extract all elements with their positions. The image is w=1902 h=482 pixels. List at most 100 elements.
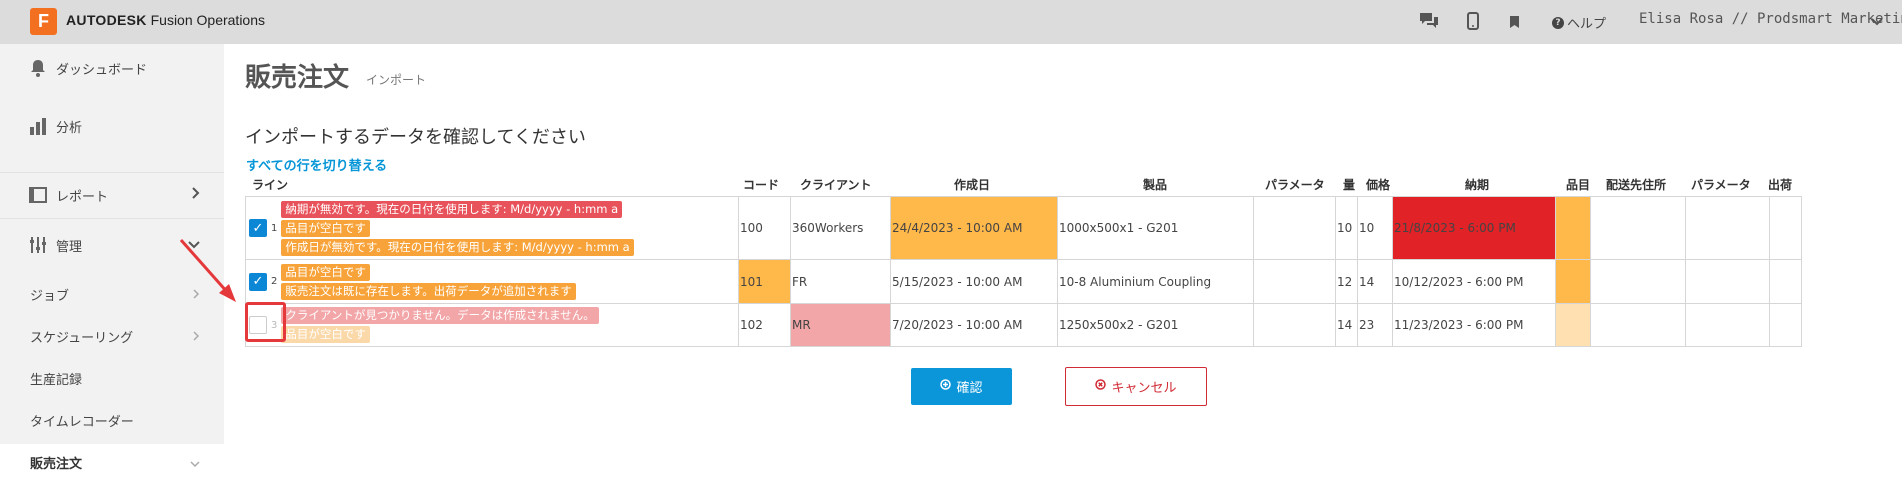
price-cell: 23 — [1357, 303, 1393, 347]
chevron-right-icon — [191, 187, 200, 203]
due-cell: 11/23/2023 - 6:00 PM — [1392, 303, 1556, 347]
cancel-label: キャンセル — [1111, 381, 1177, 396]
warning-tag: 販売注文は既に存在します。出荷データが追加されます — [281, 282, 576, 300]
help-label: ヘルプ — [1567, 17, 1607, 32]
mobile-icon[interactable] — [1467, 12, 1479, 30]
sidebar-label-reports: レポート — [56, 189, 109, 205]
params2-cell — [1685, 196, 1770, 260]
line-cell: ✓ 1 納期が無効です。現在の日付を使用します: M/d/yyyy - h:mm… — [245, 196, 739, 260]
sidebar: ダッシュボード 分析 レポート 管理 ジョブ スケジューリング 生産記録 タイム… — [0, 44, 224, 482]
header-due: 納期 — [1465, 178, 1490, 192]
sidebar-divider — [0, 218, 224, 219]
error-tag: 納期が無効です。現在の日付を使用します: M/d/yyyy - h:mm a — [281, 200, 623, 218]
ship-to-cell — [1590, 303, 1686, 347]
help-icon: ? — [1552, 16, 1564, 29]
sidebar-label-scheduling: スケジューリング — [30, 331, 134, 346]
page-subtitle: インポート — [366, 73, 427, 87]
row-checkbox[interactable]: ✓ — [249, 272, 267, 291]
error-list: 納期が無効です。現在の日付を使用します: M/d/yyyy - h:mm a 品… — [281, 200, 634, 256]
warning-tag: 作成日が無効です。現在の日付を使用します: M/d/yyyy - h:mm a — [281, 238, 634, 256]
brand-rest: Fusion Operations — [146, 12, 266, 28]
brand-bold: AUTODESK — [66, 12, 147, 28]
params-cell — [1253, 259, 1336, 304]
help-menu[interactable]: ? ヘルプ — [1552, 13, 1606, 32]
sidebar-item-admin[interactable]: 管理 — [0, 220, 224, 270]
qty-cell: 12 — [1335, 259, 1358, 304]
warning-tag: 品目が空白です — [281, 326, 370, 343]
chevron-down-icon[interactable] — [1870, 14, 1884, 28]
sidebar-label-time-recorder: タイムレコーダー — [30, 415, 134, 430]
sidebar-label-admin: 管理 — [56, 239, 83, 255]
bell-icon — [28, 59, 48, 77]
params2-cell — [1685, 259, 1770, 304]
error-list: 品目が空白です 販売注文は既に存在します。出荷データが追加されます — [281, 263, 576, 300]
shipping-cell — [1769, 259, 1802, 304]
chevron-right-icon — [193, 288, 200, 303]
warning-tag: 品目が空白です — [281, 263, 370, 281]
sidebar-subitem-time-recorder[interactable]: タイムレコーダー — [30, 411, 134, 430]
client-cell: MR — [790, 303, 891, 347]
confirm-heading: インポートするデータを確認してください — [245, 127, 586, 148]
header-price: 価格 — [1366, 178, 1391, 192]
item-cell — [1555, 196, 1591, 260]
sliders-icon — [28, 236, 48, 254]
sidebar-subitem-sales-orders[interactable]: 販売注文 — [30, 453, 82, 472]
product-cell: 1250x500x2 - G201 — [1057, 303, 1254, 347]
client-cell: FR — [790, 259, 891, 304]
sidebar-label-sales-orders: 販売注文 — [30, 457, 83, 472]
row-checkbox[interactable]: ✓ — [249, 219, 267, 237]
brand-name: AUTODESK Fusion Operations — [66, 12, 265, 28]
line-cell: 3 クライアントが見つかりません。データは作成されません。 品目が空白です — [245, 303, 739, 347]
sidebar-label-dashboard: ダッシュボード — [56, 62, 148, 78]
autodesk-logo[interactable]: F — [30, 8, 57, 35]
table-row: ✓ 1 納期が無効です。現在の日付を使用します: M/d/yyyy - h:mm… — [245, 196, 1802, 260]
confirm-button[interactable]: 確認 — [911, 368, 1012, 405]
logo-letter: F — [38, 11, 49, 31]
chevron-down-icon — [190, 457, 200, 472]
code-cell: 102 — [738, 303, 791, 347]
item-cell — [1555, 259, 1591, 304]
bookmark-icon[interactable] — [1509, 14, 1520, 28]
x-circle-icon — [1095, 379, 1107, 394]
sidebar-subitem-jobs[interactable]: ジョブ — [30, 285, 69, 304]
client-cell: 360Workers — [790, 196, 891, 260]
import-table: ✓ 1 納期が無効です。現在の日付を使用します: M/d/yyyy - h:mm… — [245, 196, 1802, 347]
sidebar-item-reports[interactable]: レポート — [0, 172, 224, 218]
created-cell: 5/15/2023 - 10:00 AM — [890, 259, 1058, 304]
header-line: ライン — [252, 178, 289, 192]
sidebar-subitem-scheduling[interactable]: スケジューリング — [30, 327, 133, 346]
shipping-cell — [1769, 303, 1802, 347]
chevron-down-icon — [188, 238, 200, 253]
shipping-cell — [1769, 196, 1802, 260]
header-shipping: 出荷 — [1768, 178, 1793, 192]
sidebar-item-dashboard[interactable]: ダッシュボード — [0, 58, 224, 78]
plus-circle-icon — [940, 379, 952, 394]
qty-cell: 10 — [1335, 196, 1358, 260]
header-ship-to: 配送先住所 — [1606, 178, 1667, 192]
product-cell: 1000x500x1 - G201 — [1057, 196, 1254, 260]
user-menu[interactable]: Elisa Rosa // Prodsmart Marketing — [1639, 11, 1902, 27]
line-cell: ✓ 2 品目が空白です 販売注文は既に存在します。出荷データが追加されます — [245, 259, 739, 304]
qty-cell: 14 — [1335, 303, 1358, 347]
chat-icon[interactable] — [1418, 11, 1440, 31]
header-params: パラメータ — [1265, 178, 1325, 192]
annotation-highlight-box — [245, 302, 286, 342]
sidebar-item-analysis[interactable]: 分析 — [0, 115, 224, 137]
code-cell: 100 — [738, 196, 791, 260]
params2-cell — [1685, 303, 1770, 347]
product-cell: 10-8 Aluminium Coupling — [1057, 259, 1254, 304]
error-tag: クライアントが見つかりません。データは作成されません。 — [281, 307, 599, 324]
line-number: 1 — [271, 222, 278, 234]
error-list: クライアントが見つかりません。データは作成されません。 品目が空白です — [281, 307, 599, 343]
warning-tag: 品目が空白です — [281, 219, 370, 237]
toggle-all-rows-link[interactable]: すべての行を切り替える — [246, 155, 387, 174]
due-cell: 21/8/2023 - 6:00 PM — [1392, 196, 1556, 260]
header-product: 製品 — [1143, 178, 1168, 192]
bar-chart-icon — [28, 117, 48, 135]
sidebar-subitem-production-records[interactable]: 生産記録 — [30, 369, 82, 388]
report-icon — [28, 187, 48, 203]
cancel-button[interactable]: キャンセル — [1065, 367, 1207, 406]
header-qty: 量 — [1343, 178, 1356, 192]
code-cell: 101 — [738, 259, 791, 304]
sidebar-label-production-records: 生産記録 — [30, 373, 83, 388]
